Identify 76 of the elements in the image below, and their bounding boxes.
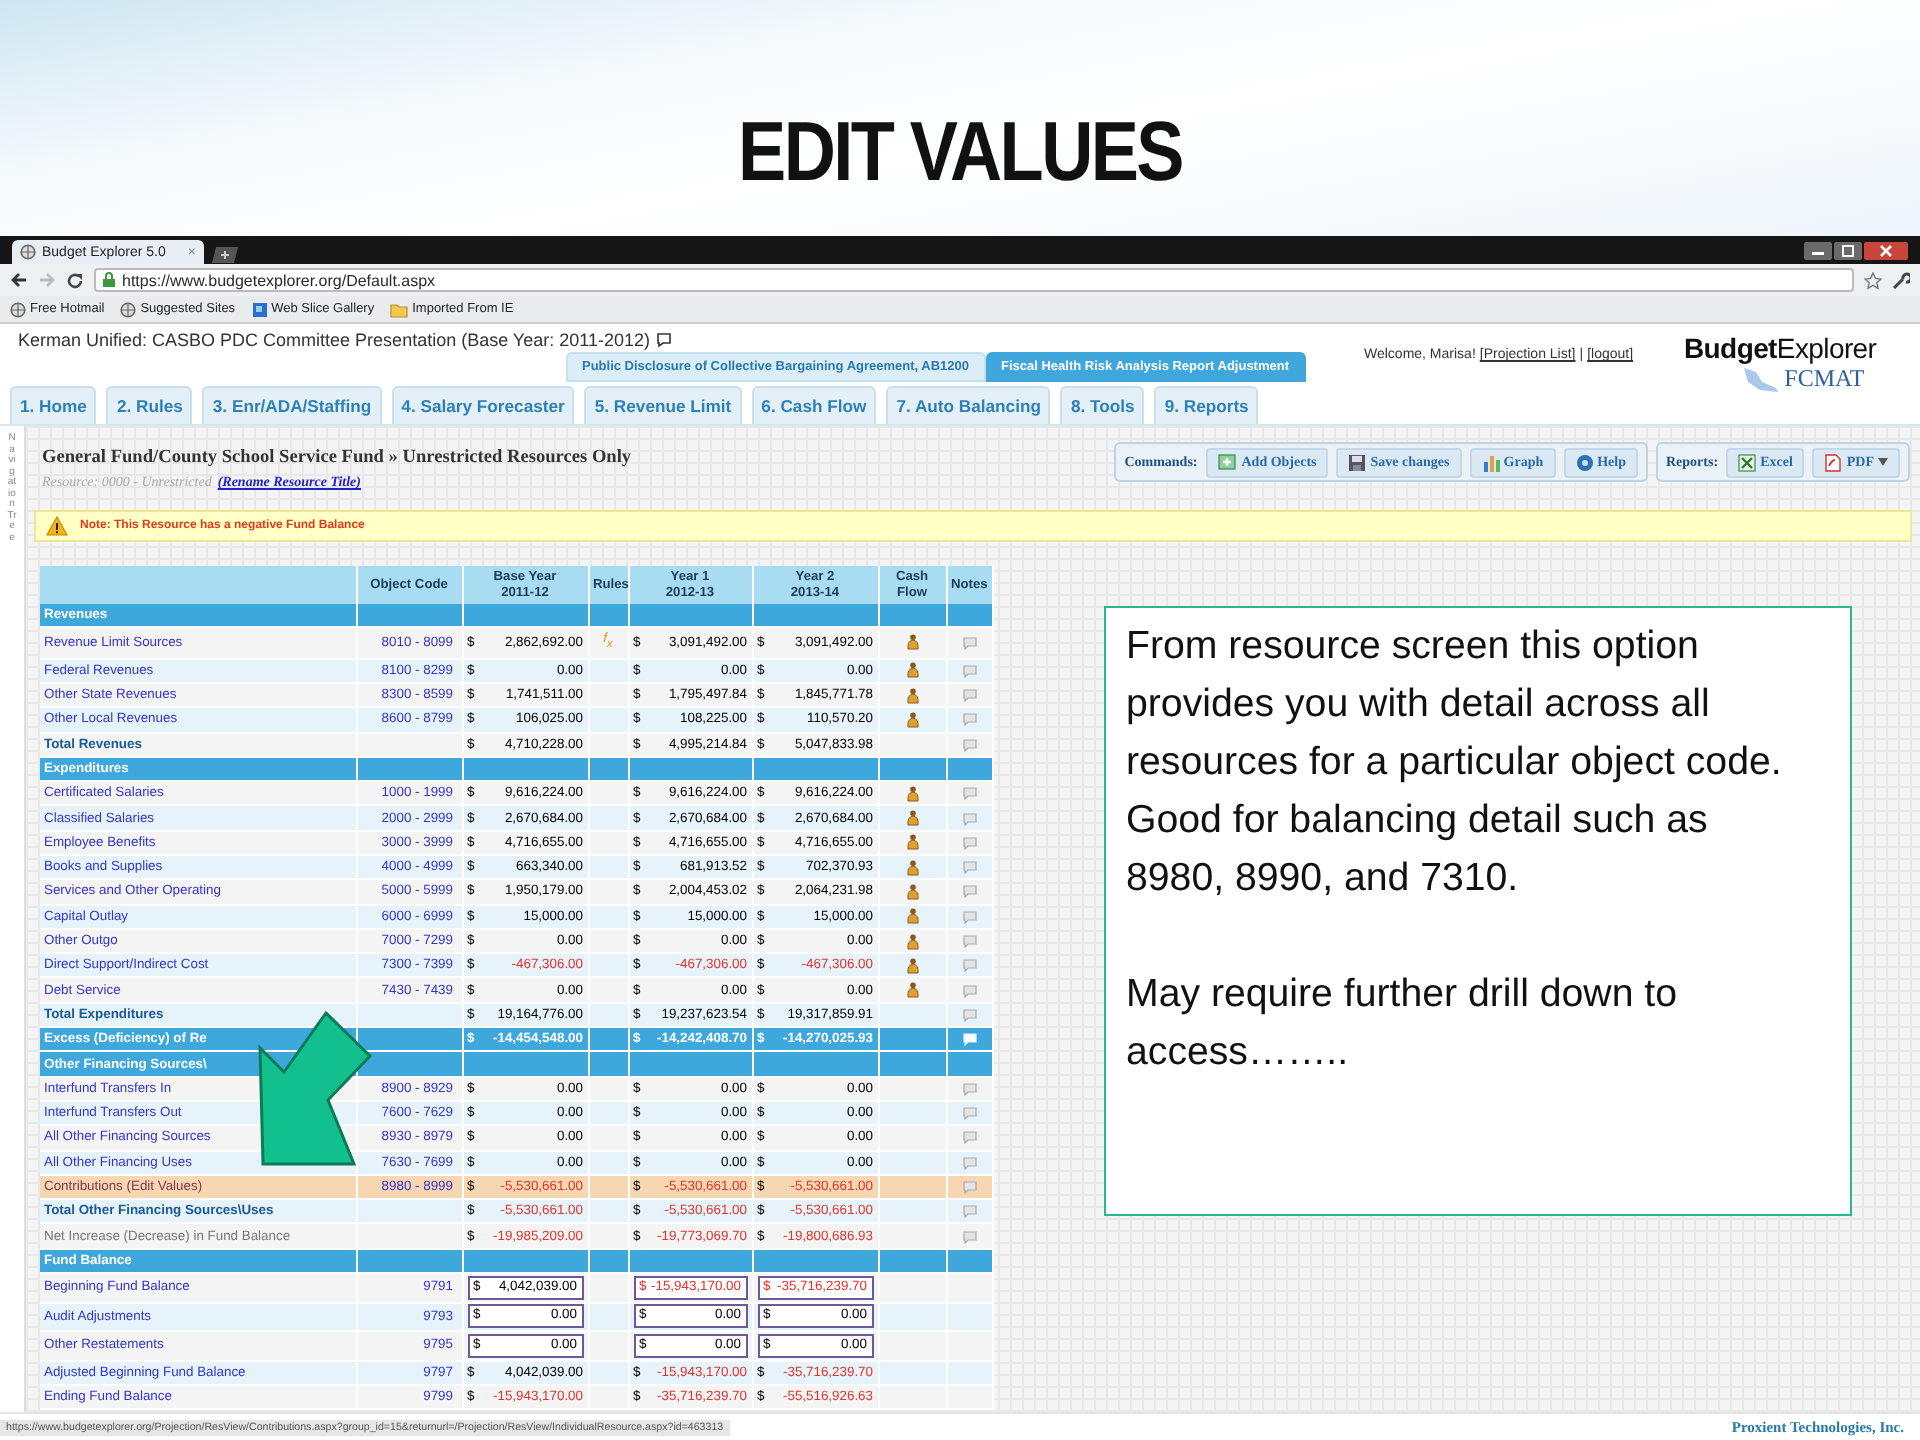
money-bag-icon[interactable]	[905, 810, 919, 827]
nav-tab[interactable]: 7. Auto Balancing	[886, 386, 1051, 424]
nav-tab[interactable]: 4. Salary Forecaster	[391, 386, 575, 424]
nav-tab[interactable]: 2. Rules	[106, 386, 193, 424]
money-bag-icon[interactable]	[905, 711, 919, 728]
close-icon[interactable]	[1864, 241, 1908, 259]
fcmat-logo: FCMAT	[1784, 364, 1865, 394]
note-icon[interactable]	[961, 1155, 977, 1170]
note-icon[interactable]	[961, 1229, 977, 1244]
note-icon[interactable]	[961, 737, 977, 752]
globe-icon	[10, 301, 26, 317]
money-bag-icon[interactable]	[905, 908, 919, 925]
money-bag-icon[interactable]	[905, 982, 919, 999]
star-icon[interactable]	[1864, 271, 1882, 289]
nav-tab[interactable]: 3. Enr/ADA/Staffing	[202, 386, 382, 424]
arrow-icon	[258, 1010, 374, 1168]
add-objects-icon	[1217, 453, 1238, 471]
address-bar[interactable]: https://www.budgetexplorer.org/Default.aspx	[94, 268, 1854, 292]
money-bag-icon[interactable]	[905, 883, 919, 900]
web-slice-icon	[251, 301, 268, 317]
nav-tab[interactable]: 1. Home	[10, 386, 97, 424]
map-icon	[1740, 365, 1781, 393]
spreadsheet-icon	[1738, 453, 1757, 471]
money-bag-icon[interactable]	[905, 859, 919, 876]
note-icon[interactable]	[961, 688, 977, 703]
folder-icon	[390, 301, 409, 317]
project-title: Kerman Unified: CASBO PDC Committee Presentation (Base Year: 2011-2012)	[18, 330, 650, 350]
money-bag-icon[interactable]	[905, 785, 919, 802]
money-bag-icon[interactable]	[905, 957, 919, 974]
note-icon[interactable]	[961, 835, 977, 850]
note-icon[interactable]	[961, 786, 977, 801]
note-icon[interactable]	[961, 1204, 977, 1219]
lock-icon	[102, 272, 116, 288]
warning-icon	[46, 516, 68, 536]
nav-tab[interactable]: 8. Tools	[1060, 386, 1145, 424]
note-icon[interactable]	[961, 1081, 977, 1096]
document-icon	[1824, 453, 1843, 471]
note-icon[interactable]	[961, 983, 977, 998]
globe-icon	[20, 244, 36, 260]
money-bag-icon[interactable]	[905, 662, 919, 679]
note-icon[interactable]	[961, 663, 977, 678]
note-icon[interactable]	[961, 884, 977, 899]
bar-chart-icon	[1481, 453, 1500, 471]
nav-tab[interactable]: 9. Reports	[1154, 386, 1259, 424]
wrench-icon[interactable]	[1892, 271, 1910, 289]
note-icon[interactable]	[961, 1007, 977, 1022]
nav-tab[interactable]: 6. Cash Flow	[751, 386, 877, 424]
minimize-icon[interactable]	[1804, 241, 1832, 259]
money-bag-icon[interactable]	[905, 834, 919, 851]
new-tab-icon[interactable]	[212, 246, 240, 264]
money-bag-icon[interactable]	[905, 933, 919, 950]
note-icon[interactable]	[961, 1106, 977, 1121]
callout-text: From resource screen this option provides you with detail across all resources for a particular object code. Good for balancing detail such as 8980, 8990, and 7310.	[1126, 622, 1784, 904]
note-icon[interactable]	[961, 909, 977, 924]
help-icon	[1575, 453, 1594, 471]
page-title: General Fund/County School Service Fund » Unrestricted Resources Only	[42, 448, 632, 468]
note-icon[interactable]	[961, 712, 977, 727]
note-icon[interactable]	[961, 1130, 977, 1145]
note-icon[interactable]	[961, 958, 977, 973]
back-icon[interactable]	[10, 272, 28, 288]
note-icon[interactable]	[961, 1180, 977, 1194]
money-bag-icon[interactable]	[905, 687, 919, 704]
note-icon[interactable]	[961, 934, 977, 949]
callout-text: May require further drill down to access……..	[1126, 970, 1680, 1078]
forward-icon[interactable]	[38, 272, 56, 288]
maximize-icon[interactable]	[1834, 241, 1862, 259]
slide-title: EDIT VALUES	[736, 102, 1184, 200]
note-icon[interactable]	[961, 811, 977, 826]
note-icon[interactable]	[961, 860, 977, 875]
nav-tab[interactable]: 5. Revenue Limit	[584, 386, 742, 424]
note-icon[interactable]	[961, 635, 977, 650]
reload-icon[interactable]	[66, 271, 84, 289]
money-bag-icon[interactable]	[905, 634, 919, 651]
globe-icon	[120, 301, 137, 317]
comment-icon[interactable]	[656, 332, 672, 348]
app-logo: BudgetExplorer	[1684, 332, 1877, 364]
